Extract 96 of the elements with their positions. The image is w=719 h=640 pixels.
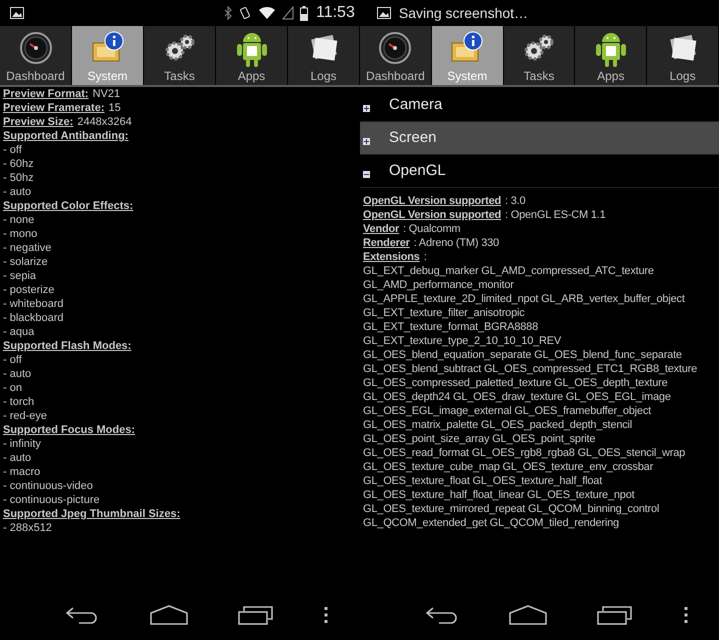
- list-item: GL_OES_blend_subtract GL_OES_compressed_ETC1_RGB8_texture: [363, 362, 698, 376]
- bluetooth-icon: [224, 6, 232, 20]
- clock-time: 11:53: [316, 3, 355, 23]
- list-item: - none: [3, 213, 34, 227]
- tab[interactable]: Dashboard: [0, 26, 72, 85]
- field-value: 2448x3264: [77, 115, 132, 129]
- list-item: GL_EXT_texture_type_2_10_10_10_REV: [363, 334, 562, 348]
- list-item: - infinity: [3, 437, 41, 451]
- list-item: GL_OES_compressed_paletted_texture GL_OES_depth_texture: [363, 376, 668, 390]
- list-item: - continuous-video: [3, 479, 93, 493]
- back-icon[interactable]: [424, 605, 459, 625]
- tab[interactable]: Dashboard: [360, 26, 432, 85]
- list-item: GL_EXT_texture_filter_anisotropic: [363, 306, 525, 320]
- list-item: GL_OES_texture_cube_map GL_OES_texture_env_crossbar: [363, 460, 654, 474]
- field-label: Preview Size:: [3, 115, 74, 129]
- list-item: - auto: [3, 451, 32, 465]
- battery-icon: [300, 6, 308, 20]
- section-heading: Supported Flash Modes:: [3, 339, 132, 353]
- list-item: GL_OES_texture_half_float_linear GL_OES_texture_npot: [363, 488, 635, 502]
- list-item: - on: [3, 381, 22, 395]
- field-label: Preview Framerate:: [3, 101, 104, 115]
- list-item: GL_OES_EGL_image_external GL_OES_framebuffer_object: [363, 404, 651, 418]
- list-item: GL_OES_read_format GL_OES_rgb8_rgba8 GL_OES_stencil_wrap: [363, 446, 686, 460]
- list-item: GL_EXT_debug_marker GL_AMD_compressed_ATC_texture: [363, 264, 654, 278]
- list-item: - whiteboard: [3, 297, 64, 311]
- list-item: - blackboard: [3, 311, 64, 325]
- list-item: GL_OES_point_size_array GL_OES_point_sprite: [363, 432, 596, 446]
- info-folder-icon: [90, 30, 126, 64]
- list-item: - solarize: [3, 255, 48, 269]
- section-heading: Supported Focus Modes:: [3, 423, 135, 437]
- field-value: :: [424, 250, 427, 264]
- list-item: - torch: [3, 395, 34, 409]
- field-value: : OpenGL ES-CM 1.1: [505, 208, 606, 222]
- vibrate-icon: [238, 6, 252, 20]
- section-heading: Supported Antibanding:: [3, 129, 128, 143]
- image-icon: [10, 7, 24, 19]
- list-item: - negative: [3, 241, 52, 255]
- home-icon[interactable]: [509, 605, 548, 625]
- field-label: Vendor: [363, 222, 400, 236]
- field-value: : 3.0: [505, 194, 526, 208]
- list-item: - sepia: [3, 269, 36, 283]
- tab[interactable]: Tasks: [504, 26, 576, 85]
- gauge-icon: [18, 30, 52, 64]
- info-folder-icon: [449, 30, 486, 64]
- overflow-menu-icon[interactable]: [684, 606, 688, 624]
- list-item: - posterize: [3, 283, 54, 297]
- gauge-icon: [378, 30, 412, 64]
- image-icon: [376, 7, 391, 19]
- list-item: GL_AMD_performance_monitor: [363, 278, 514, 292]
- list-item: GL_EXT_texture_format_BGRA8888: [363, 320, 538, 334]
- tab[interactable]: Logs: [288, 26, 360, 85]
- tab[interactable]: Logs: [647, 26, 719, 85]
- list-item: - red-eye: [3, 409, 48, 423]
- list-item: - aqua: [3, 325, 34, 339]
- gears-icon: [162, 32, 196, 62]
- list-item: GL_OES_texture_mirrored_repeat GL_QCOM_binning_control: [363, 502, 660, 516]
- section-heading: Supported Color Effects:: [3, 199, 134, 213]
- wifi-icon: [258, 6, 276, 20]
- field-label: OpenGL Version supported: [363, 208, 502, 222]
- field-value: : Adreno (TM) 330: [414, 236, 499, 250]
- list-item: - 288x512: [3, 521, 52, 535]
- overflow-menu-icon[interactable]: [324, 606, 328, 624]
- recent-apps-icon[interactable]: [238, 605, 274, 625]
- field-value: NV21: [92, 87, 120, 101]
- field-label: Preview Format:: [3, 87, 89, 101]
- home-icon[interactable]: [150, 605, 188, 625]
- notification-ticker: Saving screenshot…: [398, 4, 528, 23]
- list-item: - macro: [3, 465, 40, 479]
- tab[interactable]: Apps: [575, 26, 648, 85]
- list-item: GL_APPLE_texture_2D_limited_npot GL_ARB_vertex_buffer_object: [363, 292, 685, 306]
- list-item: GL_OES_texture_float GL_OES_texture_half_float: [363, 474, 602, 488]
- list-item: GL_OES_matrix_palette GL_OES_packed_depth_stencil: [363, 418, 632, 432]
- list-item: - continuous-picture: [3, 493, 100, 507]
- tab[interactable]: Tasks: [144, 26, 216, 85]
- list-item: GL_OES_blend_equation_separate GL_OES_blend_func_separate: [363, 348, 682, 362]
- tab[interactable]: Apps: [216, 26, 288, 85]
- signal-icon: [282, 6, 294, 20]
- field-value: : Qualcomm: [403, 222, 460, 236]
- section-header[interactable]: Screen: [360, 122, 719, 155]
- recent-apps-icon[interactable]: [597, 605, 634, 625]
- list-item: - auto: [3, 367, 32, 381]
- field-value: 15: [108, 101, 121, 115]
- gears-icon: [522, 32, 556, 62]
- field-label: Renderer: [363, 236, 410, 250]
- list-item: GL_QCOM_extended_get GL_QCOM_tiled_rendering: [363, 516, 619, 530]
- field-label: OpenGL Version supported: [363, 194, 502, 208]
- list-item: - mono: [3, 227, 38, 241]
- list-item: - auto: [3, 185, 32, 199]
- back-icon[interactable]: [65, 605, 100, 625]
- section-heading: Supported Jpeg Thumbnail Sizes:: [3, 507, 180, 521]
- list-item: - 60hz: [3, 157, 34, 171]
- list-item: - off: [3, 143, 22, 157]
- field-label: Extensions: [363, 250, 420, 264]
- list-item: - 50hz: [3, 171, 34, 185]
- list-item: - off: [3, 353, 22, 367]
- list-item: GL_OES_depth24 GL_OES_draw_texture GL_OES_EGL_image: [363, 390, 671, 404]
